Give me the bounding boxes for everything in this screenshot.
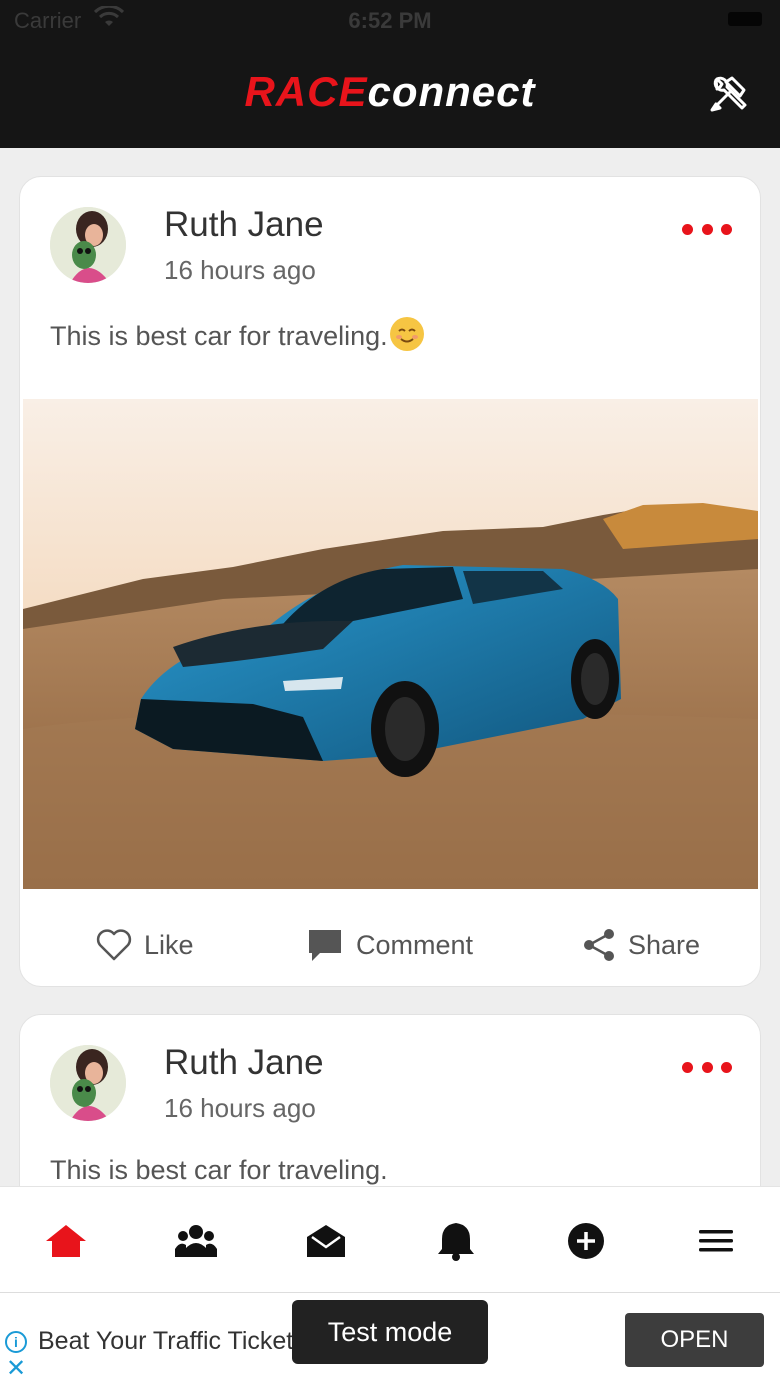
app-header: Carrier 6:52 PM RACEconnect [0,0,780,148]
dot-icon [701,1061,713,1073]
post-timestamp: 16 hours ago [164,255,316,285]
post-author[interactable]: Ruth Jane [164,1043,324,1083]
test-mode-toast: Test mode [292,1300,488,1364]
status-bar: Carrier 6:52 PM [0,0,780,40]
ad-open-button[interactable]: OPEN [625,1313,764,1367]
dot-icon [682,223,693,235]
add-icon[interactable] [564,1221,608,1261]
home-icon[interactable] [44,1221,88,1261]
info-icon[interactable]: i [5,1331,27,1353]
post-text: This is best car for traveling. [50,317,424,352]
like-button[interactable]: Like [96,917,194,973]
share-button[interactable]: Share [582,917,700,973]
post-text-content: This is best car for traveling. [50,321,388,351]
share-label: Share [628,929,701,960]
share-icon [584,929,614,961]
smiling-face-icon [389,317,424,351]
post-text: This is best car for traveling. [50,1155,388,1185]
logo-race-text: RACE [244,68,368,115]
notifications-icon[interactable] [434,1221,478,1261]
menu-icon[interactable] [694,1221,738,1261]
messages-icon[interactable] [304,1221,348,1261]
app-logo: RACEconnect [0,68,780,116]
clock: 6:52 PM [348,8,432,33]
avatar[interactable] [50,207,126,283]
post-timestamp: 16 hours ago [164,1093,316,1123]
more-options-button[interactable] [682,217,732,241]
battery-icon [728,12,762,26]
comment-button[interactable]: Comment [306,917,473,973]
post-image[interactable] [23,399,758,889]
comment-icon [309,930,341,961]
heart-icon [96,929,132,961]
like-label: Like [144,929,194,960]
dot-icon [721,1061,732,1073]
friends-icon[interactable] [174,1221,218,1261]
tools-icon[interactable] [706,72,750,116]
post-card: Ruth Jane 16 hours ago This is best car … [19,176,761,987]
dot-icon [682,1061,693,1073]
dot-icon [701,223,713,235]
comment-label: Comment [356,929,474,960]
more-options-button[interactable] [682,1055,732,1079]
post-author[interactable]: Ruth Jane [164,205,324,245]
avatar[interactable] [50,1045,126,1121]
ad-text[interactable]: Beat Your Traffic Ticket [38,1327,293,1356]
post-actions: Like Comment Share [20,917,762,973]
logo-connect-text: connect [367,68,536,115]
bottom-navigation [0,1186,780,1292]
close-icon[interactable]: ✕ [6,1357,26,1381]
dot-icon [721,223,732,235]
